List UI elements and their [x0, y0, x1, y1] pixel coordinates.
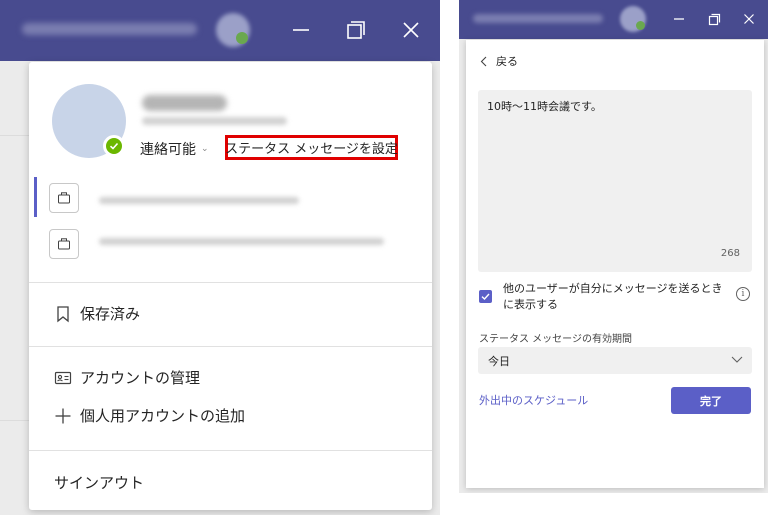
show-when-messaging-label: 他のユーザーが自分にメッセージを送るときに表示する: [503, 282, 723, 311]
restore-icon: [347, 21, 365, 39]
menu-item-manage-account[interactable]: アカウントの管理: [54, 367, 200, 388]
menu-item-manage-account-label: アカウントの管理: [80, 369, 201, 387]
title-bar-presence-dot: [636, 21, 645, 30]
plus-icon: [55, 408, 71, 423]
title-bar-presence-dot: [236, 32, 248, 44]
user-name-redacted: [142, 95, 227, 111]
presence-status-label: 連絡可能: [140, 142, 196, 158]
active-account-indicator: [34, 177, 37, 217]
menu-item-add-personal-account-label: 個人用アカウントの追加: [80, 407, 246, 425]
account-1-name-redacted: [99, 197, 299, 204]
presence-badge: [103, 135, 125, 157]
close-button[interactable]: [396, 15, 426, 45]
background-divider: [0, 135, 30, 136]
minimize-icon: [674, 18, 684, 20]
menu-item-sign-out-label: サインアウト: [54, 474, 145, 492]
check-icon: [109, 142, 119, 150]
briefcase-icon: [58, 238, 70, 250]
profile-menu-card: 連絡可能 ⌄ ステータス メッセージを設定 保存済み アカウントの管理 個人用ア…: [29, 62, 432, 510]
menu-divider: [29, 282, 432, 283]
restore-button[interactable]: [341, 15, 371, 45]
minimize-button[interactable]: [669, 9, 689, 29]
chevron-down-icon: [731, 356, 743, 363]
account-item-2[interactable]: [49, 229, 79, 259]
expiry-label: ステータス メッセージの有効期間: [479, 334, 632, 345]
chevron-down-icon: ⌄: [201, 144, 209, 154]
contact-card-icon: [54, 371, 72, 384]
account-2-name-redacted: [99, 238, 384, 245]
account-item-1[interactable]: [49, 183, 79, 213]
back-button[interactable]: 戻る: [480, 53, 518, 69]
menu-divider: [29, 450, 432, 451]
close-button[interactable]: [739, 9, 759, 29]
title-bar: [0, 0, 440, 61]
user-email-redacted: [142, 117, 287, 125]
close-icon: [744, 14, 754, 24]
background-divider: [0, 420, 30, 421]
restore-icon: [708, 13, 720, 25]
menu-item-saved[interactable]: 保存済み: [54, 303, 140, 324]
menu-divider: [29, 346, 432, 347]
done-button[interactable]: 完了: [671, 387, 751, 414]
close-icon: [403, 22, 419, 38]
briefcase-icon: [58, 192, 70, 204]
minimize-icon: [293, 29, 309, 31]
status-message-window: 戻る 10時～11時会議です。 268 他のユーザーが自分にメッセージを送るとき…: [459, 0, 768, 493]
show-when-messaging-checkbox[interactable]: [479, 290, 492, 303]
menu-item-sign-out[interactable]: サインアウト: [54, 472, 144, 493]
presence-status-dropdown[interactable]: 連絡可能 ⌄: [140, 139, 209, 159]
status-message-input[interactable]: 10時～11時会議です。 268: [478, 90, 752, 272]
screenshot-stage: 連絡可能 ⌄ ステータス メッセージを設定 保存済み アカウントの管理 個人用ア…: [0, 0, 768, 515]
title-bar-text-redacted: [22, 23, 197, 35]
title-bar-text-redacted: [473, 14, 603, 23]
chevron-left-icon: [480, 56, 487, 66]
minimize-button[interactable]: [286, 15, 316, 45]
remaining-char-count: 268: [720, 248, 740, 259]
status-message-text: 10時～11時会議です。: [487, 100, 602, 113]
checkmark-icon: [481, 293, 490, 301]
back-label: 戻る: [496, 55, 518, 68]
menu-item-add-personal-account[interactable]: 個人用アカウントの追加: [54, 405, 245, 426]
expiry-selected-value: 今日: [488, 355, 510, 368]
set-status-message-link[interactable]: ステータス メッセージを設定: [225, 135, 398, 160]
title-bar: [459, 0, 768, 39]
info-icon[interactable]: i: [736, 287, 750, 301]
profile-menu-window: 連絡可能 ⌄ ステータス メッセージを設定 保存済み アカウントの管理 個人用ア…: [0, 0, 440, 515]
menu-item-saved-label: 保存済み: [80, 305, 141, 323]
status-message-card: 戻る 10時～11時会議です。 268 他のユーザーが自分にメッセージを送るとき…: [466, 40, 764, 488]
schedule-out-of-office-link[interactable]: 外出中のスケジュール: [479, 392, 588, 408]
restore-button[interactable]: [704, 9, 724, 29]
expiry-dropdown[interactable]: 今日: [478, 347, 752, 374]
bookmark-icon: [57, 305, 69, 322]
